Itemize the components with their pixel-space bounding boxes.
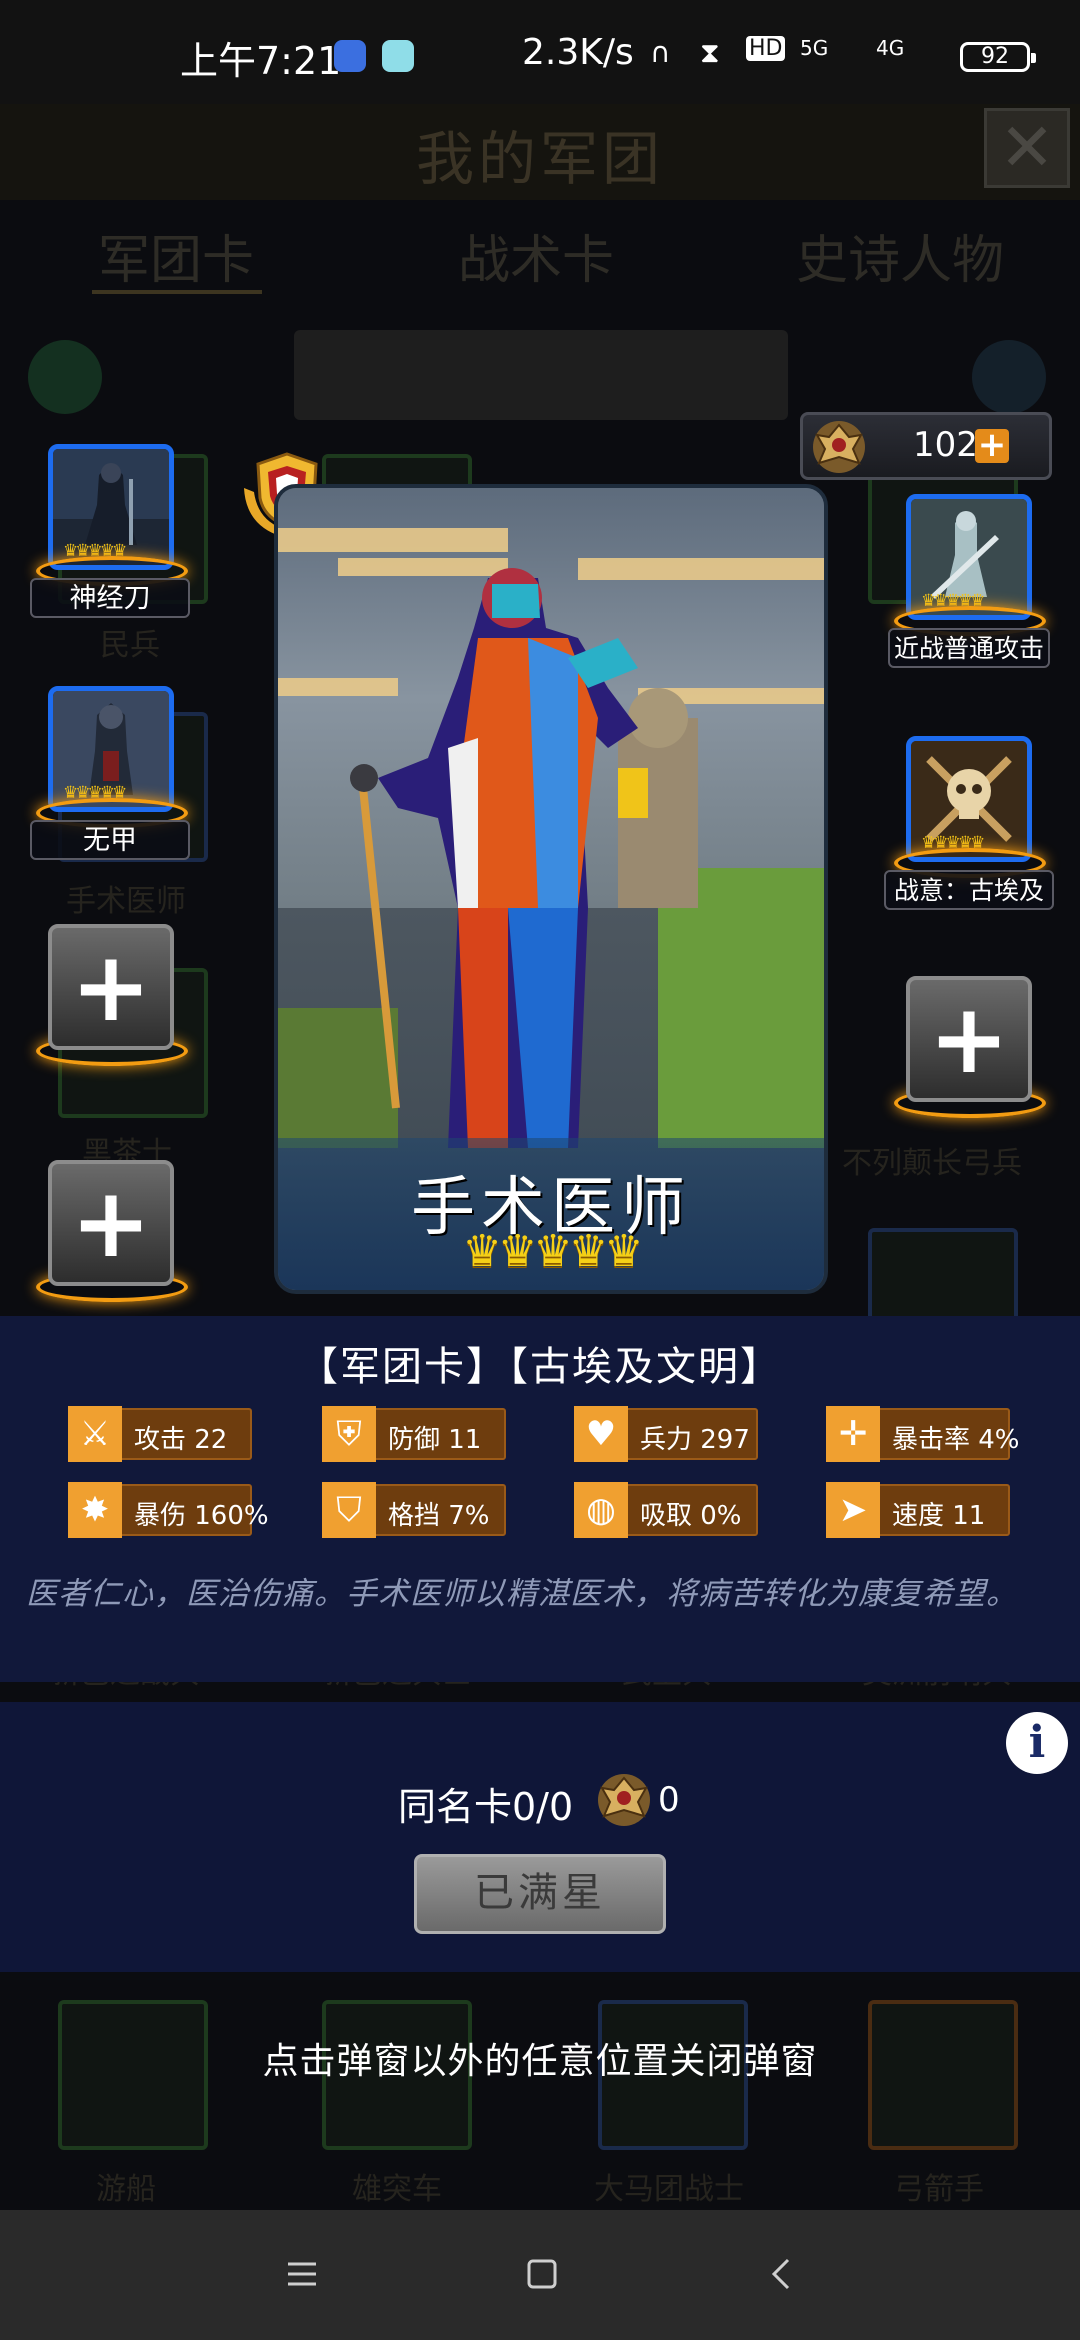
stat-label: 防御 11 [388, 1425, 482, 1455]
slot-frame: ♛♛♛♛♛ [906, 494, 1032, 620]
stat-attack: ⚔ 攻击 22 [68, 1406, 252, 1462]
shield-icon: ⛨ [322, 1406, 376, 1462]
stat-label: 暴伤 160% [134, 1501, 269, 1531]
background-title: 我的军团 [415, 125, 664, 193]
bg-card-label: 民兵 [100, 628, 160, 663]
heart-icon: ♥ [574, 1406, 628, 1462]
equip-slot-weapon[interactable]: ♛♛♛♛♛ [48, 444, 174, 570]
stat-label: 攻击 22 [134, 1425, 228, 1455]
add-skill-slot-button[interactable]: + [906, 976, 1032, 1102]
skill-slot-attack[interactable]: ♛♛♛♛♛ [906, 494, 1032, 620]
status-bar: 上午7:21 2.3K/s ∩ ⧗ HD 5G 4G 92 [0, 0, 1080, 104]
stat-label: 暴击率 4% [892, 1425, 1020, 1455]
stat-block: ⛉ 格挡 7% [322, 1482, 506, 1538]
burst-icon: ✸ [68, 1482, 122, 1538]
bg-card-label: 手术医师 [66, 884, 186, 919]
unit-card: 手术医师 ♛♛♛♛♛ [274, 484, 828, 1294]
plus-icon: + [928, 983, 1010, 1095]
status-time: 上午7:21 [180, 39, 342, 83]
equip-slot-armor[interactable]: ♛♛♛♛♛ [48, 686, 174, 812]
stat-speed: ➤ 速度 11 [826, 1482, 1010, 1538]
add-equipment-slot-button[interactable]: + [48, 924, 174, 1050]
sword-icon: ⚔ [68, 1406, 122, 1462]
block-shield-icon: ⛉ [322, 1482, 376, 1538]
stat-label: 格挡 7% [388, 1501, 490, 1531]
hourglass-icon: ⧗ [700, 36, 720, 69]
stat-crit-rate: ✛ 暴击率 4% [826, 1406, 1020, 1462]
bg-card-label: 弓箭手 [894, 2172, 984, 2207]
boot-icon: ➤ [826, 1482, 880, 1538]
stat-label: 吸取 0% [640, 1501, 742, 1531]
add-currency-button[interactable]: + [975, 428, 1009, 463]
tab-epic-characters: 史诗人物 [796, 231, 1005, 291]
stat-defense: ⛨ 防御 11 [322, 1406, 506, 1462]
background-close-button: ✕ [984, 108, 1070, 188]
stat-label: 速度 11 [892, 1501, 986, 1531]
background-tabs: 军团卡 战术卡 史诗人物 [0, 210, 1080, 300]
background-menu-button [28, 340, 102, 414]
plus-icon: + [70, 1167, 152, 1279]
eagle-emblem-icon [598, 1774, 650, 1826]
signal-5g-icon: 5G [800, 36, 829, 60]
slot-label: 神经刀 [30, 578, 190, 618]
background-search-box [294, 330, 788, 420]
menu-icon[interactable] [272, 2244, 332, 2304]
slot-label: 无甲 [30, 820, 190, 860]
bg-card-label: 大马团战士 [594, 2172, 744, 2207]
bg-card-label: 雄突车 [352, 2172, 442, 2207]
emblem-count: 0 [658, 1780, 680, 1820]
stat-drain: ◍ 吸取 0% [574, 1482, 758, 1538]
slot-frame: ♛♛♛♛♛ [906, 736, 1032, 862]
max-star-button[interactable]: 已满星 [414, 1854, 666, 1934]
card-tags: 【军团卡】【古埃及文明】 [298, 1344, 782, 1390]
eagle-emblem-icon [813, 421, 865, 473]
bg-card-label: 游船 [96, 2172, 156, 2207]
close-popup-hint[interactable]: 点击弹窗以外的任意位置关闭弹窗 [0, 2032, 1080, 2084]
network-speed: 2.3K/s [522, 32, 634, 73]
hd-icon: HD [746, 36, 786, 61]
skill-slot-morale[interactable]: ♛♛♛♛♛ [906, 736, 1032, 862]
tab-underline [92, 290, 262, 294]
stat-crit-damage: ✸ 暴伤 160% [68, 1482, 269, 1538]
stat-label: 兵力 297 [640, 1425, 750, 1455]
bg-card-label: 不列颠长弓兵 [842, 1146, 1022, 1181]
duplicate-card-count: 同名卡0/0 [398, 1785, 574, 1829]
slot-label: 近战普通攻击 [888, 628, 1050, 668]
tab-legion-cards: 军团卡 [98, 231, 255, 291]
background-filter-button [972, 340, 1046, 414]
tab-tactic-cards: 战术卡 [458, 231, 615, 291]
card-description: 医者仁心，医治伤痛。手术医师以精湛医术，将病苦转化为康复希望。 [26, 1576, 1018, 1612]
battery-indicator: 92 [960, 42, 1036, 72]
plus-icon: + [70, 931, 152, 1043]
notification-app-icon-2 [382, 40, 414, 72]
home-icon[interactable] [512, 2244, 572, 2304]
back-icon[interactable] [752, 2244, 812, 2304]
currency-display: 102 + [800, 412, 1052, 480]
slot-frame: ♛♛♛♛♛ [48, 686, 174, 812]
drain-icon: ◍ [574, 1482, 628, 1538]
navigation-bar [0, 2210, 1080, 2340]
card-stars: ♛♛♛♛♛ [462, 1226, 643, 1277]
headset-icon: ∩ [650, 36, 671, 69]
slot-label: 战意：古埃及 [884, 870, 1054, 910]
notification-app-icon [334, 40, 366, 72]
currency-value: 102 [913, 425, 978, 465]
crosshair-icon: ✛ [826, 1406, 880, 1462]
slot-frame: ♛♛♛♛♛ [48, 444, 174, 570]
signal-4g-icon: 4G [876, 36, 905, 60]
info-button[interactable]: i [1006, 1712, 1068, 1774]
add-equipment-slot-button[interactable]: + [48, 1160, 174, 1286]
stat-troops: ♥ 兵力 297 [574, 1406, 758, 1462]
